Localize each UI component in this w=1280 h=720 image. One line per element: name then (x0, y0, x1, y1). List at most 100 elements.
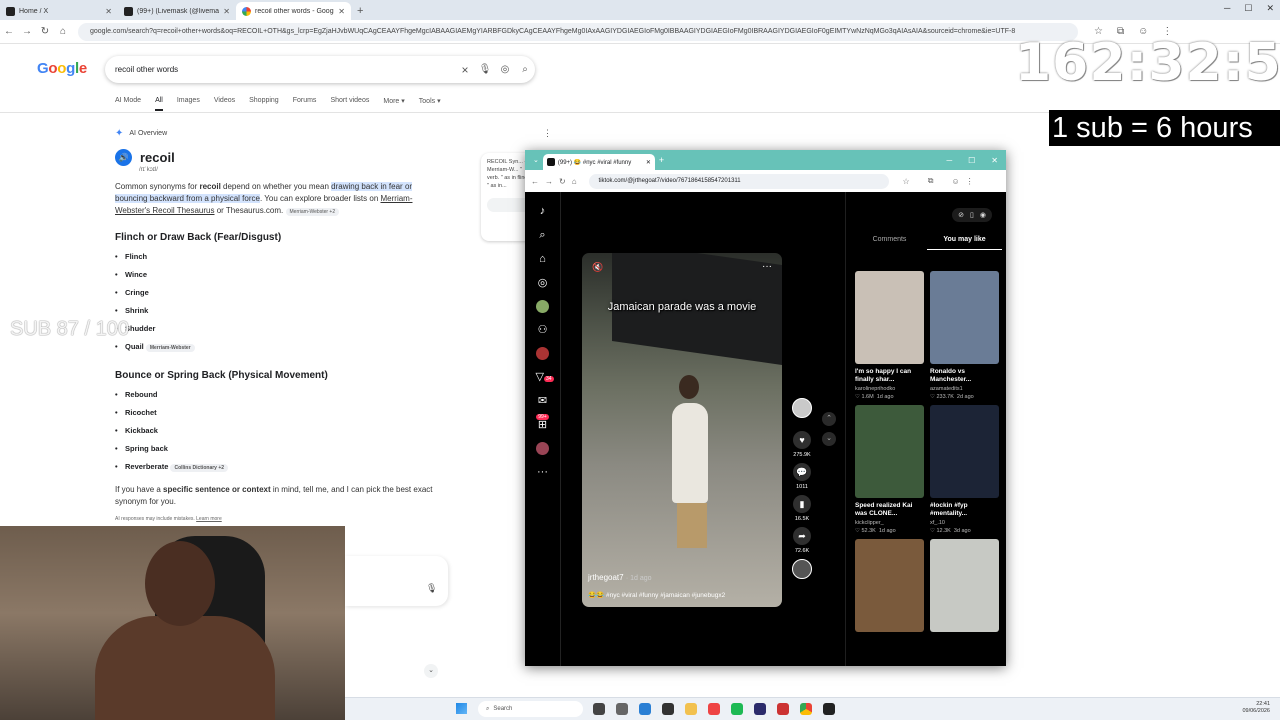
tab-images[interactable]: Images (177, 97, 200, 111)
lens-icon[interactable]: ◎ (495, 64, 515, 75)
source-chip[interactable]: Collins Dictionary +2 (170, 464, 229, 472)
taskbar-search[interactable]: ⌕ Search (478, 701, 583, 717)
speaker-icon[interactable]: 🔊 (115, 149, 132, 166)
close-tab-icon[interactable]: ✕ (105, 7, 112, 16)
recommended-card[interactable] (930, 539, 999, 632)
search-icon[interactable]: ⌕ (536, 228, 550, 242)
tab-videos[interactable]: Videos (214, 97, 235, 111)
like-icon[interactable]: ♥ (793, 431, 811, 449)
new-tab-button[interactable]: + (351, 5, 369, 20)
minimize-icon[interactable]: ─ (946, 156, 952, 165)
recommended-card[interactable] (855, 539, 924, 632)
close-tab-icon[interactable]: ✕ (338, 7, 345, 16)
search-input[interactable]: recoil other words (115, 65, 455, 74)
following-icon[interactable]: ⚇ (536, 323, 550, 337)
user-avatar[interactable]: ◉ (980, 211, 986, 219)
card-author[interactable]: azamatedits1 (930, 386, 999, 392)
extensions-icon[interactable]: ⧉ (928, 176, 934, 186)
explore-icon[interactable]: ◎ (536, 276, 550, 290)
close-icon[interactable]: ✕ (1266, 3, 1274, 14)
video-thumbnail[interactable] (855, 539, 924, 632)
messages-icon[interactable]: ✉99+ (536, 394, 550, 420)
clock[interactable]: 22:41 09/06/2026 (1242, 701, 1270, 715)
file-icon[interactable] (593, 703, 605, 715)
friend-avatar[interactable] (536, 347, 549, 360)
maximize-icon[interactable]: ☐ (968, 156, 975, 165)
tab-you-may-like[interactable]: You may like (927, 236, 1002, 250)
mic-icon[interactable]: 🎙 (475, 64, 495, 75)
forward-icon[interactable]: → (18, 26, 36, 37)
card-author[interactable]: karolineprihodko (855, 386, 924, 392)
video-player[interactable]: 🔇 ··· Jamaican parade was a movie jrtheg… (582, 253, 782, 607)
tab-short-videos[interactable]: Short videos (330, 97, 369, 111)
tiktok-logo-icon[interactable]: ♪ (536, 204, 550, 218)
home-icon[interactable]: ⌂ (54, 26, 72, 37)
chevron-down-icon[interactable]: ⌄ (424, 664, 438, 678)
recommended-card[interactable]: Speed realized Kai was CLONE... kickclipp… (855, 405, 924, 534)
video-hashtags[interactable]: 😂😂 #nyc #viral #funny #jamaican #junebug… (588, 591, 725, 599)
bookmark-icon[interactable]: ▮ (793, 495, 811, 513)
photos-icon[interactable] (662, 703, 674, 715)
creator-avatar[interactable] (792, 398, 812, 418)
app-icon[interactable] (777, 703, 789, 715)
clear-icon[interactable]: × (455, 63, 475, 77)
reload-icon[interactable]: ↻ (36, 26, 54, 37)
reload-icon[interactable]: ↻ (559, 177, 566, 186)
edge-icon[interactable] (639, 703, 651, 715)
tab-google[interactable]: recoil other words - Google Se✕ (236, 2, 351, 20)
more-options-icon[interactable]: ⋮ (543, 128, 552, 139)
google-logo[interactable]: Google (37, 60, 87, 77)
video-thumbnail[interactable] (930, 539, 999, 632)
minimize-icon[interactable]: ─ (1224, 3, 1230, 14)
card-author[interactable]: xf_.10 (930, 520, 999, 526)
popup-tab[interactable]: (99+) 😂 #nyc #viral #funny ✕ (542, 154, 655, 170)
profile-avatar[interactable] (536, 442, 549, 455)
back-icon[interactable]: ← (0, 26, 18, 37)
tab-comments[interactable]: Comments (852, 236, 927, 250)
windows-start-icon[interactable] (456, 703, 467, 714)
tab-tiktok[interactable]: (99+) (Livemask (@livemask_) | T✕ (118, 2, 236, 20)
device-icon[interactable]: ▯ (970, 211, 974, 219)
comment-icon[interactable]: 💬 (793, 463, 811, 481)
tab-ai-mode[interactable]: AI Mode (115, 97, 141, 111)
source-chip[interactable]: Merriam-Webster (145, 344, 195, 352)
close-tab-icon[interactable]: ✕ (223, 7, 230, 16)
new-tab-button[interactable]: + (659, 155, 664, 165)
tab-all[interactable]: All (155, 97, 163, 111)
video-thumbnail[interactable] (855, 405, 924, 498)
bookmark-star-icon[interactable]: ☆ (903, 177, 910, 186)
share-icon[interactable]: ➦ (793, 527, 811, 545)
tab-tools[interactable]: Tools ▾ (419, 97, 441, 111)
maximize-icon[interactable]: ☐ (1244, 3, 1252, 14)
learn-more-link[interactable]: Learn more (196, 516, 222, 522)
recommended-card[interactable]: #lockin #fyp #mentality... xf_.10 ♡ 12.3K 3… (930, 405, 999, 534)
settings-icon[interactable] (616, 703, 628, 715)
live-avatar[interactable] (536, 300, 549, 313)
url-field[interactable]: google.com/search?q=recoil+other+words&o… (78, 22, 1078, 41)
back-icon[interactable]: ← (531, 177, 539, 186)
profile-icon[interactable]: ☺ (951, 177, 959, 186)
video-author[interactable]: jrthegoat7 · 1d ago (588, 573, 652, 582)
video-thumbnail[interactable] (930, 405, 999, 498)
video-more-icon[interactable]: ··· (762, 261, 772, 272)
card-author[interactable]: kickclipper_ (855, 520, 924, 526)
activity-icon[interactable]: ▽ 34 (536, 370, 554, 384)
tab-x[interactable]: Home / X ✕ (0, 2, 118, 20)
sound-disc-icon[interactable] (792, 559, 812, 579)
video-thumbnail[interactable] (855, 271, 924, 364)
obs-icon[interactable] (823, 703, 835, 715)
search-icon[interactable]: ⌕ (515, 64, 535, 75)
search-box[interactable]: recoil other words × 🎙 ◎ ⌕ (105, 56, 535, 83)
tab-shopping[interactable]: Shopping (249, 97, 279, 111)
tab-list-icon[interactable]: ⌄ (533, 156, 539, 164)
folder-icon[interactable] (685, 703, 697, 715)
home-icon[interactable]: ⌂ (536, 252, 550, 266)
recommended-card[interactable]: Ronaldo vs Manchester... azamatedits1 ♡ 23… (930, 271, 999, 400)
google-followup-box[interactable] (345, 556, 448, 606)
video-thumbnail[interactable] (930, 271, 999, 364)
premiere-icon[interactable] (754, 703, 766, 715)
popup-url-field[interactable]: tiktok.com/@jrthegoat7/video/76718641585… (588, 173, 889, 189)
recommended-card[interactable]: I'm so happy I can finally shar... karoli… (855, 271, 924, 400)
chevron-up-icon[interactable]: ⌃ (822, 412, 836, 426)
mute-icon[interactable]: 🔇 (592, 262, 603, 273)
